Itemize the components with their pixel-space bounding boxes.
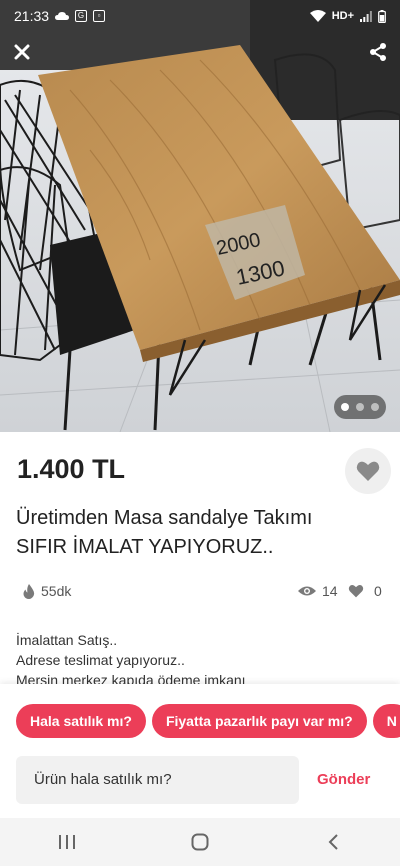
wifi-icon [309, 10, 326, 22]
battery-icon [378, 9, 386, 23]
description-line: Mersin merkez kapıda ödeme imkanı [16, 672, 246, 684]
description-line: Adrese teslimat yapıyoruz.. [16, 652, 185, 668]
title-line-2: SIFIR İMALAT YAPIYORUZ.. [16, 536, 274, 558]
share-icon [370, 43, 386, 61]
share-button[interactable] [364, 38, 392, 66]
cloud-icon [55, 11, 70, 21]
like-count-text: 0 [374, 583, 382, 599]
message-panel: Hala satılık mı? Fiyatta pazarlık payı v… [0, 684, 400, 818]
network-type: HD+ [331, 10, 354, 22]
like-count: 0 [348, 583, 382, 599]
pager-dot [371, 403, 379, 411]
favorite-button[interactable] [345, 448, 391, 494]
status-bar: 21:33 G ▫ HD+ [0, 0, 400, 32]
home-icon [191, 833, 209, 851]
back-button[interactable] [303, 822, 363, 862]
time-ago: 55dk [23, 583, 71, 599]
signal-icon [360, 10, 372, 22]
close-button[interactable] [8, 38, 36, 66]
g-icon: G [75, 10, 88, 22]
product-image: 2000 1300 [0, 0, 400, 432]
quick-reply-chip[interactable]: N [372, 704, 400, 738]
close-icon [14, 44, 30, 60]
listing-title: Üretimden Masa sandalye Takımı SIFIR İMA… [16, 504, 386, 562]
time-ago-text: 55dk [41, 583, 72, 599]
flame-icon [23, 583, 35, 599]
message-input[interactable]: Ürün hala satılık mı? [16, 756, 299, 804]
pager-dot [341, 403, 349, 411]
listing-price: 1.400 TL [17, 454, 126, 484]
image-pager [334, 395, 386, 419]
send-button[interactable]: Gönder [317, 756, 370, 804]
price-row: 1.400 TL [0, 432, 400, 510]
title-line-1: Üretimden Masa sandalye Takımı [16, 507, 313, 529]
listing-meta: 55dk 14 0 [0, 580, 400, 604]
listing-description: İmalattan Satış.. Adrese teslimat yapıyo… [16, 630, 386, 684]
quick-reply-list: Hala satılık mı? Fiyatta pazarlık payı v… [16, 704, 400, 738]
heart-icon [348, 585, 364, 598]
home-button[interactable] [170, 822, 230, 862]
status-time: 21:33 [14, 8, 50, 24]
heart-icon [356, 461, 380, 481]
recent-apps-button[interactable] [37, 822, 97, 862]
pager-dot [356, 403, 364, 411]
notification-icon: ▫ [93, 10, 106, 22]
view-count-text: 14 [322, 583, 338, 599]
system-nav-bar [0, 818, 400, 866]
quick-reply-chip[interactable]: Hala satılık mı? [16, 704, 146, 738]
eye-icon [298, 586, 316, 596]
listing-photo[interactable]: 2000 1300 [0, 0, 400, 432]
view-count: 14 [298, 583, 338, 599]
description-line: İmalattan Satış.. [16, 632, 118, 648]
recent-apps-icon [58, 835, 75, 849]
quick-reply-chip[interactable]: Fiyatta pazarlık payı var mı? [151, 704, 367, 738]
back-icon [328, 834, 339, 850]
